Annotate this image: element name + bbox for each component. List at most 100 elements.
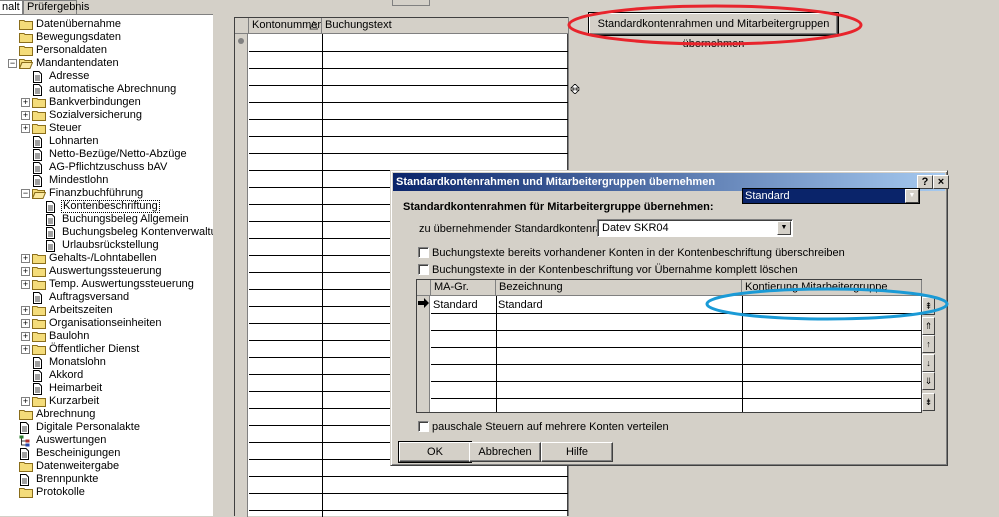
- nav-down-icon[interactable]: ↓: [922, 354, 935, 372]
- tree-item[interactable]: Buchungsbeleg Allgemein: [61, 213, 190, 226]
- take-over-standard-button[interactable]: Standardkontenrahmen und Mitarbeitergrup…: [589, 13, 838, 50]
- tree-item[interactable]: Mindestlohn: [48, 174, 109, 187]
- expand-icon[interactable]: +: [21, 332, 30, 341]
- tree-item-label: Buchungsbeleg Kontenverwaltung: [62, 226, 214, 238]
- tree-item[interactable]: Protokolle: [35, 486, 86, 499]
- tree-item[interactable]: Sozialversicherung: [48, 109, 143, 122]
- tree-item[interactable]: Bescheinigungen: [35, 447, 121, 460]
- column-header-ma-gr[interactable]: MA-Gr.: [431, 280, 496, 296]
- tab-inhalt[interactable]: nalt: [0, 0, 23, 14]
- employee-group-grid[interactable]: MA-Gr. Bezeichnung Kontierung Mitarbeite…: [416, 279, 922, 413]
- tree-item-label: Abrechnung: [36, 408, 96, 420]
- help-button[interactable]: Hilfe: [541, 442, 613, 462]
- column-header-bezeichnung[interactable]: Bezeichnung: [496, 280, 742, 296]
- nav-up-icon[interactable]: ↑: [922, 335, 935, 353]
- ok-button[interactable]: OK: [399, 442, 471, 462]
- tree-item[interactable]: Auswertungssteuerung: [48, 265, 163, 278]
- tree-item[interactable]: Brennpunkte: [35, 473, 99, 486]
- tree-item[interactable]: Bankverbindungen: [48, 96, 142, 109]
- tree-item[interactable]: Gehalts-/Lohntabellen: [48, 252, 158, 265]
- folder-open-icon: [32, 188, 46, 199]
- chevron-down-icon[interactable]: ▼: [777, 221, 791, 235]
- tree-item[interactable]: Akkord: [48, 369, 84, 382]
- expand-icon[interactable]: +: [21, 345, 30, 354]
- tree-item[interactable]: AG-Pflichtzuschuss bAV: [48, 161, 168, 174]
- navigation-tree[interactable]: Datenübernahme Bewegungsdaten Personaldate…: [0, 14, 214, 516]
- tree-item[interactable]: Heimarbeit: [48, 382, 103, 395]
- toolbar-button-fragment[interactable]: [392, 0, 430, 6]
- document-icon: [32, 292, 43, 304]
- tree-item-label: Mindestlohn: [49, 174, 109, 186]
- tree-item-label: Datenweitergabe: [36, 460, 120, 472]
- tree-item[interactable]: Abrechnung: [35, 408, 96, 421]
- kontierung-select[interactable]: Standard ▼: [742, 188, 920, 204]
- folder-open-icon: [19, 58, 33, 69]
- tree-item[interactable]: Buchungsbeleg Kontenverwaltung: [61, 226, 214, 239]
- close-icon[interactable]: ×: [933, 175, 949, 189]
- tree-item[interactable]: Temp. Auswertungssteuerung: [48, 278, 195, 291]
- tree-item-label: Mandantendaten: [36, 57, 119, 69]
- folder-icon: [19, 487, 33, 498]
- column-header-buchungstext[interactable]: Buchungstext: [322, 18, 569, 34]
- tree-item[interactable]: Bewegungsdaten: [35, 31, 122, 44]
- tree-item-label: Akkord: [49, 369, 84, 381]
- tree-item[interactable]: Organisationseinheiten: [48, 317, 163, 330]
- grid-row-line: [249, 102, 569, 103]
- column-header-kontonummer[interactable]: Kontonummer △: [249, 18, 322, 34]
- grid-column-line: [322, 34, 323, 517]
- cell-ma-gr[interactable]: Standard: [433, 299, 478, 311]
- column-header-kontierung[interactable]: Kontierung Mitarbeitergruppe: [742, 280, 922, 296]
- tree-item[interactable]: Monatslohn: [48, 356, 107, 369]
- cell-bezeichnung[interactable]: Standard: [498, 299, 543, 311]
- tree-item[interactable]: Adresse: [48, 70, 90, 83]
- tree-item[interactable]: Finanzbuchführung: [48, 187, 144, 200]
- tree-item[interactable]: Kurzarbeit: [48, 395, 100, 408]
- expand-icon[interactable]: +: [21, 98, 30, 107]
- nav-page-up-icon[interactable]: ⇑: [922, 317, 935, 335]
- tree-item-label: Urlaubsrückstellung: [62, 239, 159, 251]
- expand-icon[interactable]: +: [21, 267, 30, 276]
- tree-item[interactable]: Arbeitszeiten: [48, 304, 114, 317]
- tree-item[interactable]: automatische Abrechnung: [48, 83, 177, 96]
- nav-bottom-icon[interactable]: ⇟: [922, 393, 935, 411]
- delete-texts-checkbox[interactable]: [418, 264, 429, 275]
- nav-top-icon[interactable]: ⇞: [922, 297, 935, 315]
- collapse-icon[interactable]: −: [8, 59, 17, 68]
- sort-ascending-icon: △: [309, 19, 318, 31]
- tree-item[interactable]: Netto-Bezüge/Netto-Abzüge: [48, 148, 188, 161]
- tab-pruefergebnis[interactable]: Prüfergebnis: [23, 0, 89, 14]
- expand-icon[interactable]: +: [21, 111, 30, 120]
- nav-page-down-icon[interactable]: ⇓: [922, 372, 935, 390]
- tree-item[interactable]: Auswertungen: [35, 434, 107, 447]
- tree-item[interactable]: Auftragsversand: [48, 291, 130, 304]
- chevron-down-icon[interactable]: ▼: [905, 189, 919, 203]
- overwrite-texts-checkbox[interactable]: [418, 247, 429, 258]
- expand-icon[interactable]: +: [21, 124, 30, 133]
- expand-icon[interactable]: +: [21, 397, 30, 406]
- standard-kontenrahmen-select[interactable]: Datev SKR04 ▼: [597, 219, 793, 237]
- tree-item[interactable]: Kontenbeschriftung: [61, 200, 160, 213]
- folder-icon: [32, 318, 46, 329]
- help-icon[interactable]: ?: [917, 175, 933, 189]
- tree-item[interactable]: Datenweitergabe: [35, 460, 120, 473]
- grid-row-line: [249, 119, 569, 120]
- folder-icon: [32, 123, 46, 134]
- tree-item[interactable]: Personaldaten: [35, 44, 108, 57]
- expand-icon[interactable]: +: [21, 306, 30, 315]
- tree-item[interactable]: Digitale Personalakte: [35, 421, 141, 434]
- expand-icon[interactable]: +: [21, 254, 30, 263]
- collapse-icon[interactable]: −: [21, 189, 30, 198]
- tree-item[interactable]: Öffentlicher Dienst: [48, 343, 140, 356]
- tree-splitter[interactable]: [213, 14, 216, 516]
- cancel-button[interactable]: Abbrechen: [469, 442, 541, 462]
- tree-item[interactable]: Baulohn: [48, 330, 90, 343]
- tree-item[interactable]: Steuer: [48, 122, 82, 135]
- tree-item[interactable]: Urlaubsrückstellung: [61, 239, 160, 252]
- tree-item[interactable]: Mandantendaten: [35, 57, 120, 70]
- expand-icon[interactable]: +: [21, 319, 30, 328]
- pauschal-checkbox[interactable]: [418, 421, 429, 432]
- tree-item[interactable]: Datenübernahme: [35, 18, 122, 31]
- tree-item[interactable]: Lohnarten: [48, 135, 100, 148]
- expand-icon[interactable]: +: [21, 280, 30, 289]
- grid-row-nav-icon[interactable]: [569, 83, 581, 96]
